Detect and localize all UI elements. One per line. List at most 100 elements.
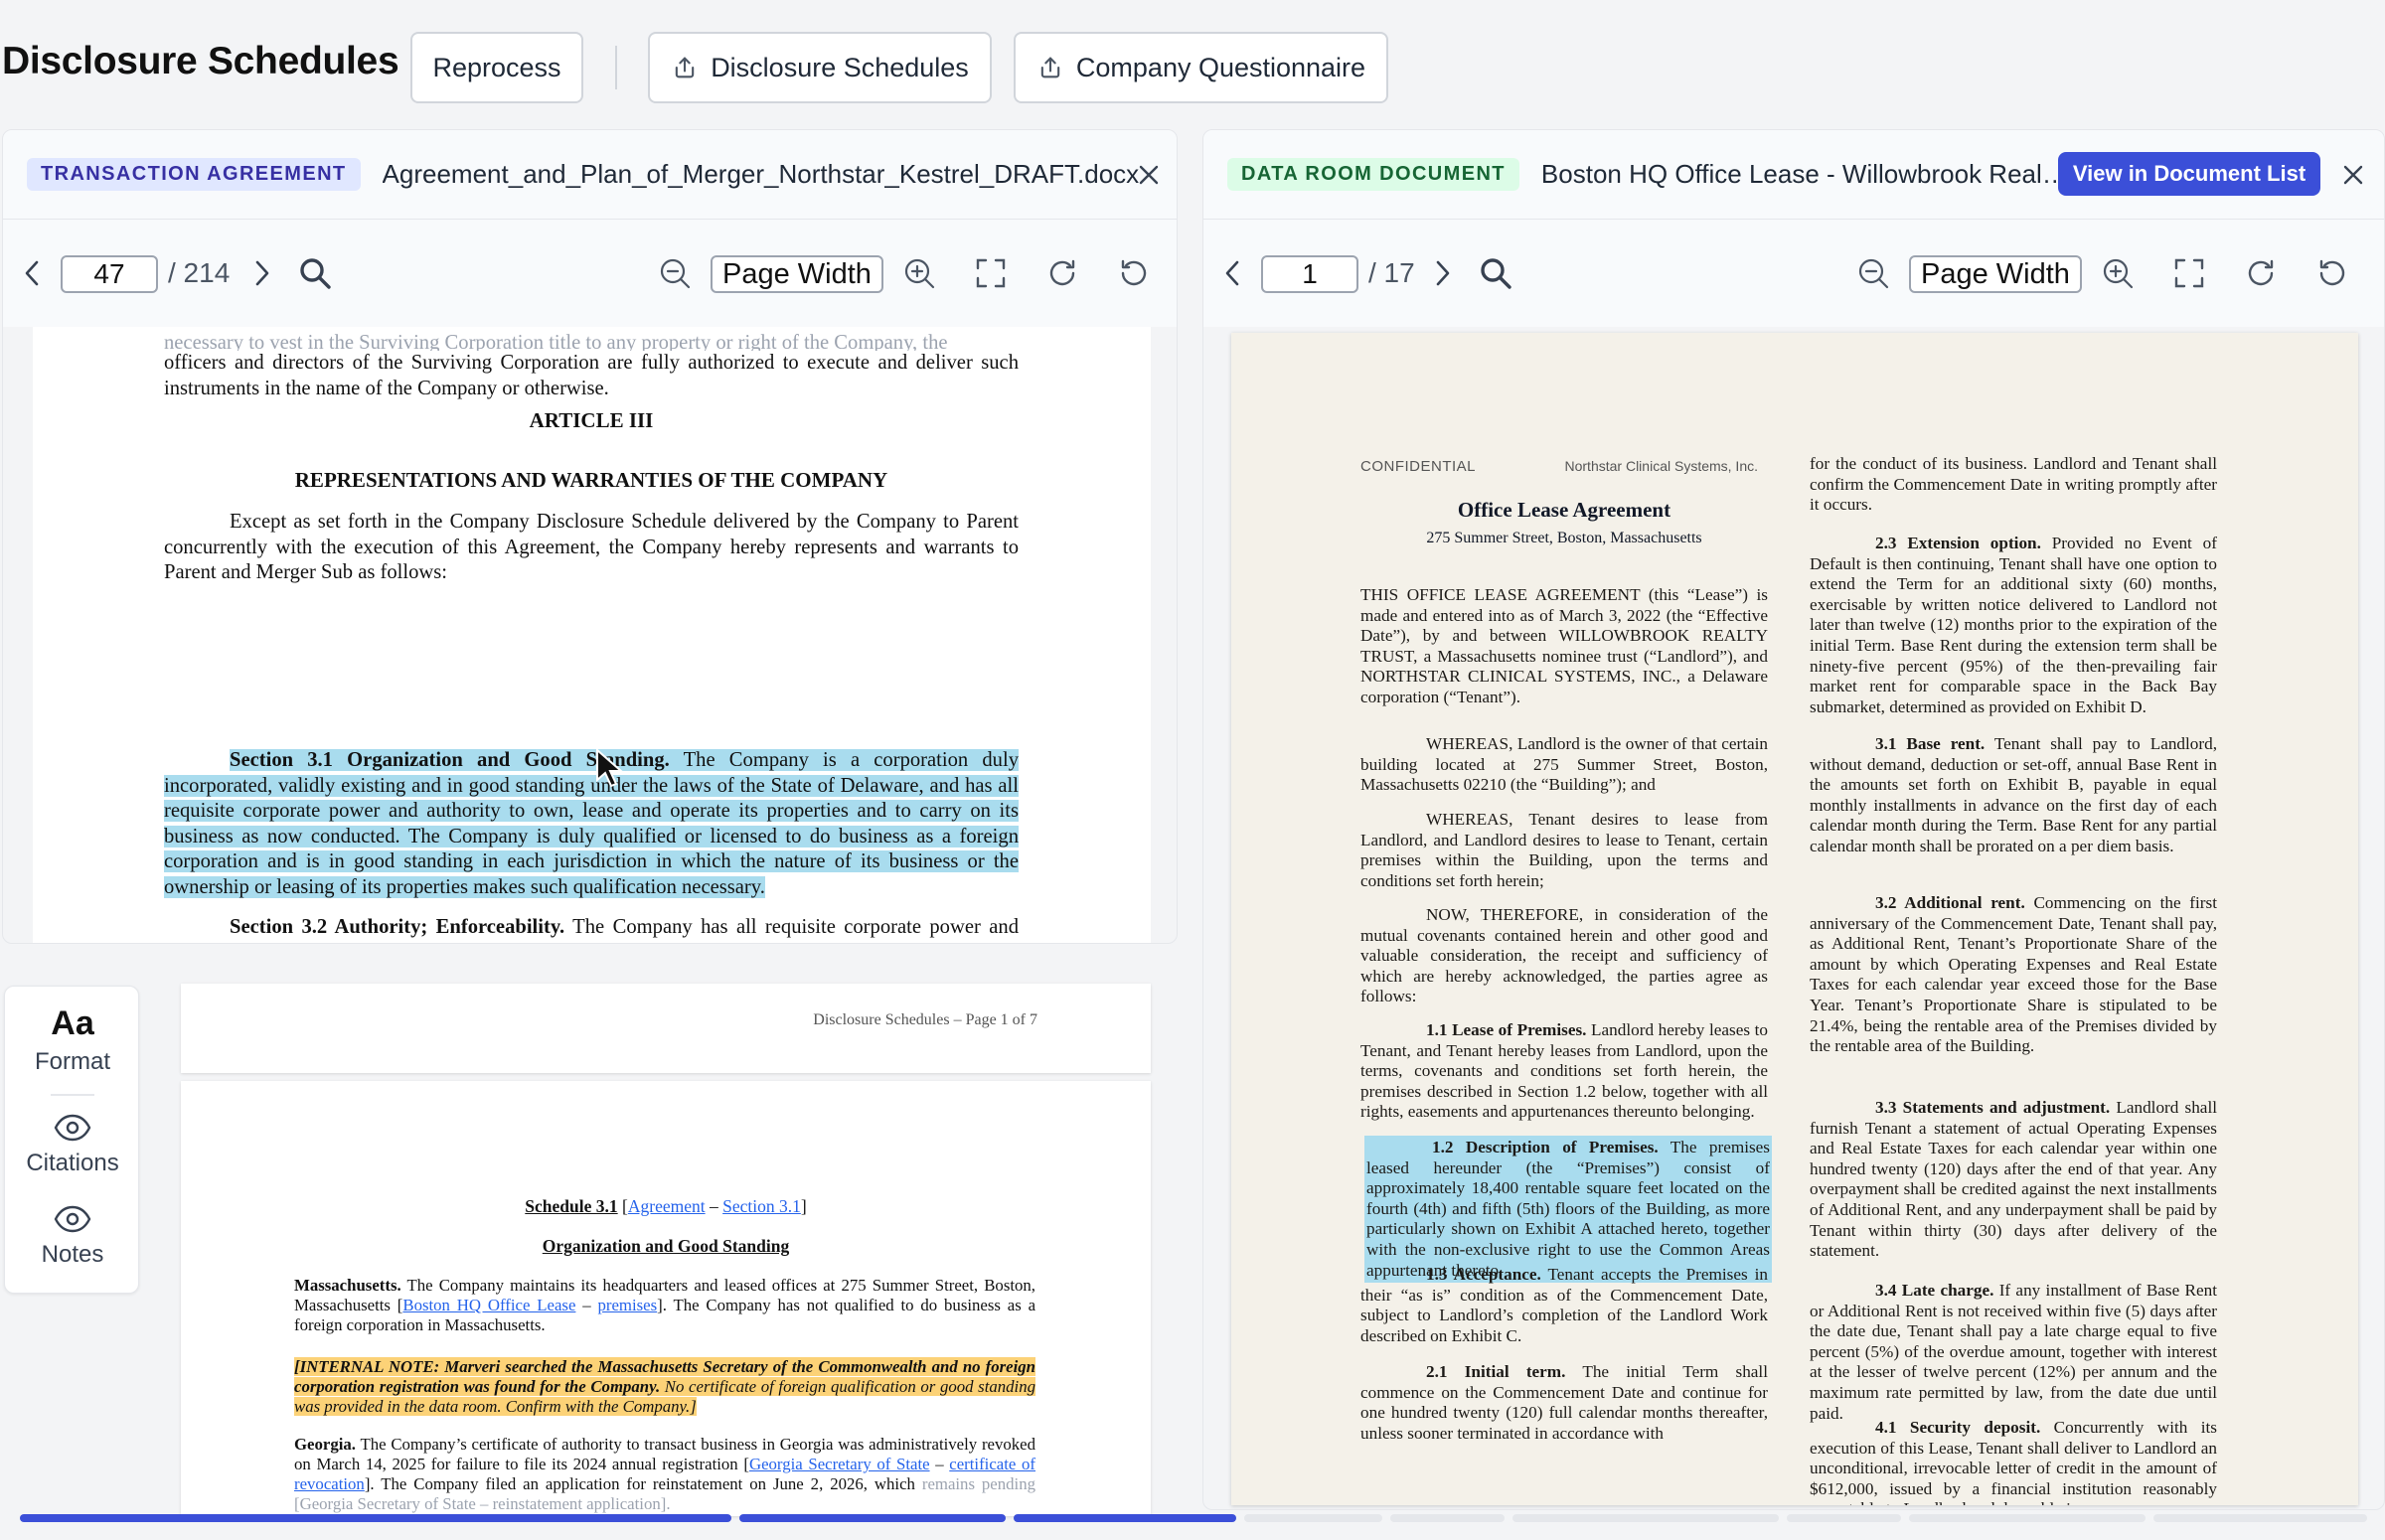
rotate-counterclockwise-icon[interactable] [2314, 255, 2350, 291]
search-icon[interactable] [297, 255, 333, 291]
schedule-page: Schedule 3.1 [Agreement – Section 3.1] O… [181, 1081, 1151, 1516]
format-tool[interactable]: Aa Format [5, 1004, 140, 1094]
agreement-page: necessary to vest in the Surviving Corpo… [33, 327, 1151, 943]
progress-segment-pending [1390, 1514, 1506, 1522]
lease-section-3-4-body: If any installment of Base Rent or Addit… [1810, 1281, 2217, 1423]
search-icon[interactable] [1478, 255, 1513, 291]
lease-section-4-1: 4.1 Security deposit. Concurrently with … [1810, 1418, 2217, 1505]
lease-section-1-3-body: Tenant accepts the Premises in their “as… [1360, 1265, 1768, 1345]
upload-icon [671, 54, 699, 81]
close-icon[interactable] [1132, 158, 1166, 192]
eye-icon [5, 1114, 140, 1142]
section-3-1[interactable]: Section 3.1 Organization and Good Standi… [164, 748, 1019, 900]
transaction-agreement-panel: TRANSACTION AGREEMENT Agreement_and_Plan… [2, 129, 1178, 944]
reprocess-button[interactable]: Reprocess [410, 32, 583, 103]
lease-preamble: THIS OFFICE LEASE AGREEMENT (this “Lease… [1360, 585, 1768, 706]
fullscreen-icon[interactable] [973, 255, 1009, 291]
boston-hq-office-lease-link[interactable]: Boston HQ Office Lease [402, 1296, 575, 1314]
agreement-link[interactable]: Agreement [628, 1196, 706, 1216]
lease-section-1-2-highlighted[interactable]: 1.2 Description of Premises. The premise… [1364, 1136, 1772, 1284]
progress-segment-pending [1512, 1514, 1780, 1522]
massachusetts-dash: – [575, 1296, 598, 1314]
article-heading: ARTICLE III [529, 408, 654, 432]
lease-whereas-1: WHEREAS, Landlord is the owner of that c… [1360, 734, 1768, 795]
schedule-subheading: Organization and Good Standing [542, 1236, 790, 1256]
page-number-input[interactable]: 1 [1261, 255, 1358, 293]
lease-section-2-1-heading: 2.1 Initial term. [1426, 1362, 1566, 1381]
section-3-2[interactable]: Section 3.2 Authority; Enforceability. T… [164, 915, 1019, 943]
lease-section-3-2-heading: 3.2 Additional rent. [1875, 893, 2025, 912]
lease-page: CONFIDENTIAL Northstar Clinical Systems,… [1231, 333, 2358, 1505]
lease-section-3-3: 3.3 Statements and adjustment. Landlord … [1810, 1098, 2217, 1262]
zoom-in-icon[interactable] [901, 255, 937, 291]
rotate-clockwise-icon[interactable] [2243, 255, 2279, 291]
article-intro-text: Except as set forth in the Company Discl… [164, 511, 1019, 583]
zoom-select[interactable]: Page Width [711, 255, 883, 293]
panel-header: DATA ROOM DOCUMENT Boston HQ Office Leas… [1203, 130, 2384, 220]
lease-section-1-2-heading: 1.2 Description of Premises. [1432, 1138, 1659, 1156]
lease-section-3-3-heading: 3.3 Statements and adjustment. [1875, 1098, 2111, 1117]
chevron-right-icon[interactable] [243, 255, 279, 291]
lease-section-1-2-body: The premises leased hereunder (the “Prem… [1366, 1138, 1770, 1280]
lease-section-1-3: 1.3 Acceptance. Tenant accepts the Premi… [1360, 1265, 1768, 1346]
lease-section-2-3-body: Provided no Event of Default is then con… [1810, 534, 2217, 716]
lease-section-1-1-heading: 1.1 Lease of Premises. [1426, 1020, 1587, 1039]
fullscreen-icon[interactable] [2171, 255, 2207, 291]
zoom-out-icon[interactable] [1855, 255, 1891, 291]
lease-section-2-3-heading: 2.3 Extension option. [1875, 534, 2041, 552]
progress-segment-pending [1244, 1514, 1383, 1522]
georgia-dash: – [929, 1455, 950, 1473]
view-in-document-list-button[interactable]: View in Document List [2058, 152, 2320, 196]
format-label: Format [34, 1048, 110, 1075]
upload-company-questionnaire-button[interactable]: Company Questionnaire [1014, 32, 1388, 103]
zoom-select[interactable]: Page Width [1909, 255, 2082, 293]
chevron-left-icon[interactable] [1215, 255, 1251, 291]
notes-tool[interactable]: Notes [5, 1205, 140, 1285]
georgia-label: Georgia. [294, 1435, 356, 1454]
page-title: Disclosure Schedules [2, 40, 399, 82]
rotate-clockwise-icon[interactable] [1044, 255, 1080, 291]
lease-section-3-1-body: Tenant shall pay to Landlord, without de… [1810, 734, 2217, 855]
section-3-1-body: The Company is a corporation duly incorp… [164, 749, 1019, 898]
georgia-secretary-of-state-link[interactable]: Georgia Secretary of State [749, 1455, 930, 1473]
view-in-document-list-label: View in Document List [2072, 161, 2306, 186]
citations-label: Citations [26, 1150, 119, 1176]
zoom-in-icon[interactable] [2100, 255, 2136, 291]
georgia-paragraph: Georgia. The Company’s certificate of au… [294, 1435, 1035, 1514]
page-total: / 17 [1368, 257, 1415, 288]
chevron-left-icon[interactable] [15, 255, 51, 291]
lease-whereas-2: WHEREAS, Tenant desires to lease from La… [1360, 810, 1768, 890]
citations-tool[interactable]: Citations [5, 1114, 140, 1193]
progress-segment-complete [20, 1514, 732, 1522]
schedule-page-footer: Disclosure Schedules – Page 1 of 7 [181, 984, 1151, 1073]
panel-header: TRANSACTION AGREEMENT Agreement_and_Plan… [3, 130, 1177, 220]
company-header: Northstar Clinical Systems, Inc. [1564, 458, 1759, 474]
close-icon[interactable] [2336, 158, 2370, 192]
page-number-input[interactable]: 47 [61, 255, 158, 293]
progress-segment-pending [2152, 1514, 2367, 1522]
document-type-badge: DATA ROOM DOCUMENT [1227, 158, 1519, 191]
lease-section-1-3-heading: 1.3 Acceptance. [1426, 1265, 1541, 1284]
schedule-page-footer-text: Disclosure Schedules – Page 1 of 7 [813, 1011, 1037, 1028]
georgia-text-2: ]. The Company filed an application for … [364, 1474, 915, 1493]
premises-link[interactable]: premises [598, 1296, 658, 1314]
lease-section-1-1: 1.1 Lease of Premises. Landlord hereby l… [1360, 1020, 1768, 1123]
lease-section-3-2: 3.2 Additional rent. Commencing on the f… [1810, 893, 2217, 1057]
section-3-1-link[interactable]: Section 3.1 [722, 1196, 801, 1216]
lease-section-4-1-heading: 4.1 Security deposit. [1875, 1418, 2041, 1437]
section-3-2-heading: Section 3.2 Authority; Enforceability. [230, 916, 565, 938]
processing-progress-bar [20, 1514, 2367, 1522]
internal-note[interactable]: [INTERNAL NOTE: Marveri searched the Mas… [294, 1357, 1035, 1417]
lease-now-therefore: NOW, THEREFORE, in consideration of the … [1360, 905, 1768, 1006]
side-tools-divider [51, 1094, 94, 1096]
toolbar-divider [615, 46, 617, 89]
lease-section-2-2-tail: for the conduct of its business. Landlor… [1810, 454, 2217, 515]
upload-disclosure-schedules-button[interactable]: Disclosure Schedules [648, 32, 992, 103]
massachusetts-label: Massachusetts. [294, 1276, 401, 1295]
data-room-document-panel: DATA ROOM DOCUMENT Boston HQ Office Leas… [1202, 129, 2385, 1510]
zoom-out-icon[interactable] [657, 255, 693, 291]
chevron-right-icon[interactable] [1424, 255, 1460, 291]
document-filename: Agreement_and_Plan_of_Merger_Northstar_K… [382, 159, 1140, 189]
upload-disclosure-label: Disclosure Schedules [711, 52, 969, 82]
rotate-counterclockwise-icon[interactable] [1116, 255, 1152, 291]
